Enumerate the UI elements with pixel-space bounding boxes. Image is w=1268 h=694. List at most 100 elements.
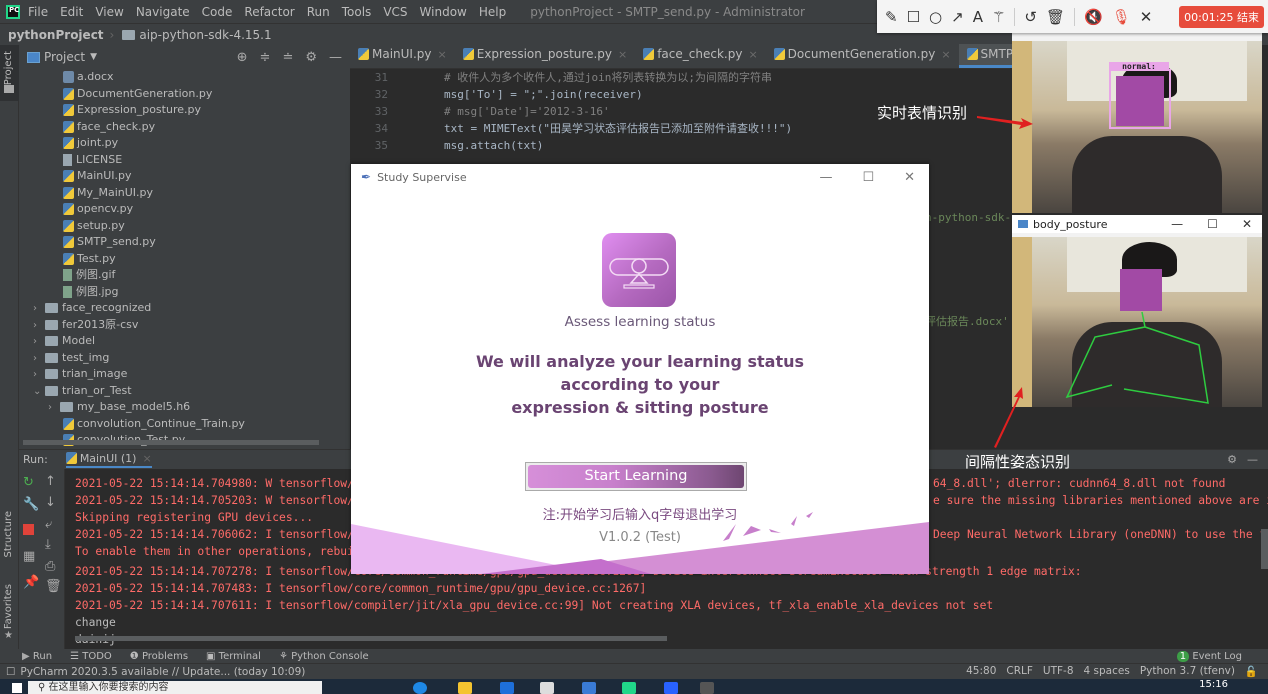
tree-item[interactable]: My_MainUI.py xyxy=(19,185,350,202)
tab-problems[interactable]: ❶ Problems xyxy=(130,651,188,662)
windows-start-icon[interactable] xyxy=(12,683,22,693)
layout-icon[interactable]: ▦ xyxy=(23,549,35,564)
pen-icon[interactable]: ✎ xyxy=(885,8,898,26)
vertical-scrollbar[interactable] xyxy=(1261,529,1268,569)
gear-icon[interactable]: ⚙ xyxy=(305,50,317,65)
mic-muted-icon[interactable]: 🎙 xyxy=(1112,8,1131,26)
tree-item[interactable]: › fer2013原-csv xyxy=(19,317,350,334)
breadcrumb-project[interactable]: pythonProject xyxy=(8,28,104,42)
breadcrumb-folder[interactable]: aip-python-sdk-4.15.1 xyxy=(139,28,271,42)
photos-icon[interactable] xyxy=(582,682,596,694)
line-separator[interactable]: CRLF xyxy=(1006,665,1033,678)
close-icon[interactable]: × xyxy=(438,48,447,61)
tree-item[interactable]: › trian_image xyxy=(19,366,350,383)
edge-icon[interactable] xyxy=(413,682,427,694)
tree-item[interactable]: › test_img xyxy=(19,350,350,367)
tree-item[interactable]: › Model xyxy=(19,333,350,350)
file-explorer-icon[interactable] xyxy=(458,682,472,694)
close-icon[interactable]: ✕ xyxy=(1140,8,1153,26)
menu-help[interactable]: Help xyxy=(479,5,506,19)
chevron-right-icon[interactable]: › xyxy=(33,367,45,384)
collapse-all-icon[interactable]: ≐ xyxy=(282,50,293,65)
mail-icon[interactable] xyxy=(500,682,514,694)
python-interpreter[interactable]: Python 3.7 (tfenv) xyxy=(1140,665,1235,678)
event-log-button[interactable]: 1 Event Log xyxy=(1176,650,1242,662)
tree-item[interactable]: 例图.gif xyxy=(19,267,350,284)
taskbar-search-input[interactable]: ⚲ 在这里输入你要搜索的内容 xyxy=(28,681,322,694)
close-icon[interactable]: × xyxy=(941,48,950,61)
expand-all-icon[interactable]: ≑ xyxy=(260,50,271,65)
pin-icon[interactable]: 📌 xyxy=(23,575,39,590)
menu-vcs[interactable]: VCS xyxy=(383,5,407,19)
menu-file[interactable]: File xyxy=(28,5,48,19)
menu-view[interactable]: View xyxy=(95,5,123,19)
run-tab[interactable]: MainUI (1) × xyxy=(65,452,152,468)
menu-refactor[interactable]: Refactor xyxy=(244,5,294,19)
arrow-up-icon[interactable]: ↑ xyxy=(45,474,56,489)
arrow-down-icon[interactable]: ↓ xyxy=(45,495,56,510)
app-taskbar-icon[interactable] xyxy=(664,682,678,694)
tab-mainui[interactable]: MainUI.py × xyxy=(350,44,455,68)
circle-icon[interactable]: ○ xyxy=(929,8,942,26)
tab-run[interactable]: ▶ Run xyxy=(22,651,52,662)
taskbar-clock[interactable]: 15:16 xyxy=(1199,679,1228,690)
window-titlebar[interactable]: body_posture — ☐ ✕ xyxy=(1012,215,1262,233)
text-icon[interactable]: A xyxy=(973,8,983,26)
tree-item[interactable]: joint.py xyxy=(19,135,350,152)
indent-setting[interactable]: 4 spaces xyxy=(1084,665,1130,678)
tree-item[interactable]: ⌄ trian_or_Test xyxy=(19,383,350,400)
tree-item[interactable]: SMTP_send.py xyxy=(19,234,350,251)
menu-tools[interactable]: Tools xyxy=(342,5,372,19)
menu-navigate[interactable]: Navigate xyxy=(136,5,190,19)
chevron-right-icon[interactable]: › xyxy=(33,334,45,351)
tab-expression-posture[interactable]: Expression_posture.py × xyxy=(455,44,635,68)
speaker-muted-icon[interactable]: 🔇 xyxy=(1084,8,1103,26)
structure-tool-tab[interactable]: Structure xyxy=(0,505,19,575)
lock-icon[interactable]: 🔓 xyxy=(1245,665,1258,678)
pycharm-taskbar-icon[interactable] xyxy=(622,682,636,694)
menu-run[interactable]: Run xyxy=(307,5,330,19)
close-button[interactable]: ✕ xyxy=(1242,217,1252,231)
wrench-icon[interactable]: 🔧 xyxy=(23,497,39,512)
tree-item[interactable]: a.docx xyxy=(19,69,350,86)
store-icon[interactable] xyxy=(540,682,554,694)
tree-item[interactable]: DocumentGeneration.py xyxy=(19,86,350,103)
tree-item[interactable]: Expression_posture.py xyxy=(19,102,350,119)
cursor-position[interactable]: 45:80 xyxy=(966,665,996,678)
rectangle-icon[interactable]: ☐ xyxy=(907,8,920,26)
chevron-down-icon[interactable]: ⌄ xyxy=(33,384,45,401)
chevron-down-icon[interactable]: ▼ xyxy=(90,52,97,62)
arrow-icon[interactable]: ↗ xyxy=(951,8,964,26)
tab-python-console[interactable]: ⚘ Python Console xyxy=(279,651,369,662)
favorites-tool-tab[interactable]: Favorites ★ xyxy=(0,580,19,645)
tree-item[interactable]: face_check.py xyxy=(19,119,350,136)
soft-wrap-icon[interactable]: ⤶ xyxy=(45,517,52,532)
menu-window[interactable]: Window xyxy=(420,5,467,19)
chevron-right-icon[interactable]: › xyxy=(33,301,45,318)
maximize-button[interactable]: ☐ xyxy=(1207,217,1218,231)
minimize-icon[interactable]: — xyxy=(1247,453,1258,466)
chevron-right-icon[interactable]: › xyxy=(48,400,60,417)
window-titlebar[interactable] xyxy=(1012,33,1262,41)
maximize-button[interactable]: ☐ xyxy=(862,170,874,185)
stop-icon[interactable] xyxy=(23,524,34,535)
tk-app-taskbar-icon[interactable] xyxy=(700,682,714,694)
close-button[interactable]: ✕ xyxy=(904,170,915,185)
menu-edit[interactable]: Edit xyxy=(60,5,83,19)
menu-code[interactable]: Code xyxy=(202,5,233,19)
tree-item[interactable]: Test.py xyxy=(19,251,350,268)
close-icon[interactable]: × xyxy=(142,452,151,465)
undo-icon[interactable]: ↺ xyxy=(1024,8,1037,26)
scroll-to-end-icon[interactable]: ⤓ xyxy=(45,537,51,552)
horizontal-scrollbar[interactable] xyxy=(75,636,667,641)
start-learning-button[interactable]: Start Learning xyxy=(525,462,747,491)
file-encoding[interactable]: UTF-8 xyxy=(1043,665,1074,678)
tab-face-check[interactable]: face_check.py × xyxy=(635,44,765,68)
chevron-right-icon[interactable]: › xyxy=(33,318,45,335)
tree-item[interactable]: setup.py xyxy=(19,218,350,235)
tree-item[interactable]: convolution_Continue_Train.py xyxy=(19,416,350,433)
tree-item[interactable]: › my_base_model5.h6 xyxy=(19,399,350,416)
status-message[interactable]: PyCharm 2020.3.5 available // Update... … xyxy=(20,666,305,678)
tab-todo[interactable]: ☰ TODO xyxy=(70,651,112,662)
magic-wand-icon[interactable]: ⚚ xyxy=(992,8,1005,26)
